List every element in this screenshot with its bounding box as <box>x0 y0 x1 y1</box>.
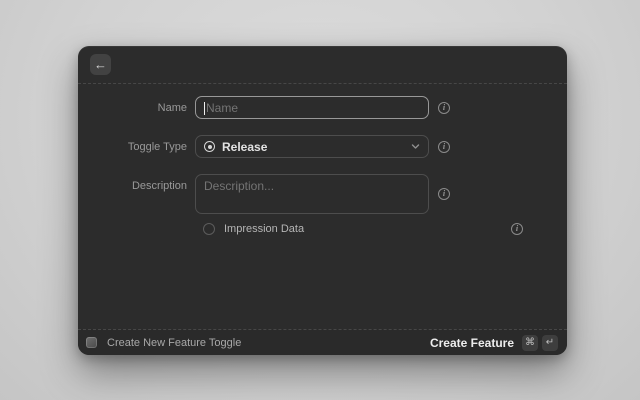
description-label: Description <box>78 174 195 192</box>
command-key-icon: ⌘ <box>522 335 538 351</box>
impression-data-row: Impression Data i <box>78 223 567 235</box>
return-key-icon: ↵ <box>542 335 558 351</box>
form: Name i Toggle Type Release i Description <box>78 84 567 235</box>
toggle-type-label: Toggle Type <box>78 141 195 153</box>
extension-icon <box>86 337 97 348</box>
impression-data-info-icon[interactable]: i <box>511 223 523 235</box>
chevron-down-icon <box>411 142 420 151</box>
toggle-type-info-icon[interactable]: i <box>438 141 450 153</box>
description-info-icon[interactable]: i <box>438 188 450 200</box>
name-row: Name i <box>78 96 567 119</box>
impression-data-label: Impression Data <box>224 223 304 235</box>
toggle-type-dropdown[interactable]: Release <box>195 135 429 158</box>
name-field <box>195 96 429 119</box>
description-row: Description i <box>78 174 567 214</box>
action-bar: Create New Feature Toggle Create Feature… <box>78 329 567 355</box>
name-input[interactable] <box>204 101 420 115</box>
toggle-type-row: Toggle Type Release i <box>78 135 567 158</box>
create-feature-button[interactable]: Create Feature ⌘ ↵ <box>430 335 558 351</box>
back-arrow-icon: ← <box>94 58 107 71</box>
create-feature-toggle-window: ← Name i Toggle Type Release i Descrip <box>78 46 567 355</box>
text-cursor <box>204 102 205 115</box>
command-title: Create New Feature Toggle <box>107 337 241 349</box>
back-button[interactable]: ← <box>90 54 111 75</box>
name-label: Name <box>78 102 195 114</box>
toggle-type-value: Release <box>222 140 404 154</box>
release-target-icon <box>204 141 215 152</box>
description-field <box>195 174 429 214</box>
window-header: ← <box>78 46 567 84</box>
create-feature-label: Create Feature <box>430 336 514 350</box>
name-info-icon[interactable]: i <box>438 102 450 114</box>
description-input[interactable] <box>204 179 420 209</box>
impression-data-checkbox[interactable] <box>203 223 215 235</box>
